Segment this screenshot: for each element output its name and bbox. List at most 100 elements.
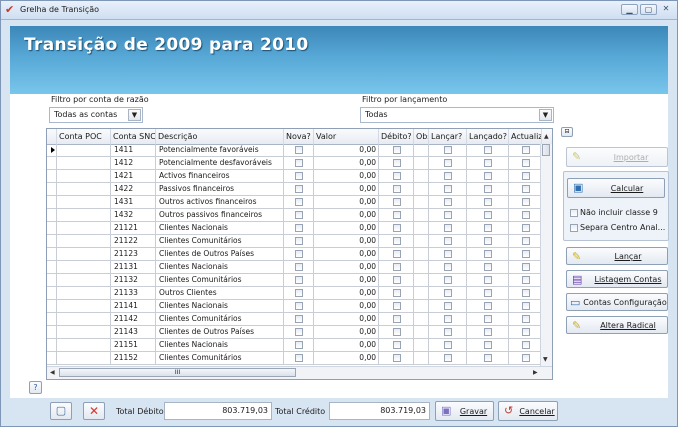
- conta-poc-cell[interactable]: [57, 157, 111, 170]
- valor-cell[interactable]: 0,00: [314, 261, 379, 274]
- lancar-cell[interactable]: [429, 313, 467, 326]
- header-actualiz[interactable]: Actualiz: [509, 129, 542, 144]
- vertical-scrollbar[interactable]: ▼: [540, 144, 552, 366]
- row-checkbox[interactable]: [295, 237, 303, 245]
- table-row[interactable]: 21143 Clientes de Outros Países 0,00: [47, 326, 542, 339]
- debito-cell[interactable]: [379, 339, 414, 352]
- lancar-cell[interactable]: [429, 144, 467, 157]
- actualiz-cell[interactable]: [509, 222, 542, 235]
- conta-snc-cell[interactable]: 21143: [111, 326, 156, 339]
- valor-cell[interactable]: 0,00: [314, 222, 379, 235]
- lancado-cell[interactable]: [467, 326, 509, 339]
- descricao-cell[interactable]: Clientes Nacionais: [156, 222, 284, 235]
- conta-snc-cell[interactable]: 1422: [111, 183, 156, 196]
- debito-cell[interactable]: [379, 235, 414, 248]
- importar-button[interactable]: ✎ Importar: [566, 147, 668, 167]
- valor-cell[interactable]: 0,00: [314, 313, 379, 326]
- actualiz-cell[interactable]: [509, 300, 542, 313]
- row-checkbox[interactable]: [522, 250, 530, 258]
- header-conta-poc[interactable]: Conta POC: [57, 129, 111, 144]
- lancar-cell[interactable]: [429, 183, 467, 196]
- row-checkbox[interactable]: [444, 198, 452, 206]
- lancado-cell[interactable]: [467, 300, 509, 313]
- descricao-cell[interactable]: Clientes Comunitários: [156, 274, 284, 287]
- row-checkbox[interactable]: [522, 185, 530, 193]
- actualiz-cell[interactable]: [509, 248, 542, 261]
- conta-snc-cell[interactable]: 21133: [111, 287, 156, 300]
- lancado-cell[interactable]: [467, 274, 509, 287]
- header-descricao[interactable]: Descrição: [156, 129, 284, 144]
- row-checkbox[interactable]: [295, 276, 303, 284]
- horizontal-scrollbar[interactable]: ◀ III ▶: [47, 366, 552, 379]
- row-checkbox[interactable]: [522, 302, 530, 310]
- row-checkbox[interactable]: [295, 263, 303, 271]
- row-checkbox[interactable]: [444, 172, 452, 180]
- conta-poc-cell[interactable]: [57, 248, 111, 261]
- valor-cell[interactable]: 0,00: [314, 300, 379, 313]
- lancado-cell[interactable]: [467, 313, 509, 326]
- row-checkbox[interactable]: [522, 172, 530, 180]
- table-row[interactable]: 21142 Clientes Comunitários 0,00: [47, 313, 542, 326]
- row-checkbox[interactable]: [393, 185, 401, 193]
- actualiz-cell[interactable]: [509, 326, 542, 339]
- descricao-cell[interactable]: Clientes Nacionais: [156, 261, 284, 274]
- posting-filter-select[interactable]: Todas ▼: [360, 107, 554, 123]
- row-checkbox[interactable]: [444, 237, 452, 245]
- actualiz-cell[interactable]: [509, 339, 542, 352]
- row-checkbox[interactable]: [295, 341, 303, 349]
- row-checkbox[interactable]: [295, 185, 303, 193]
- nova-cell[interactable]: [284, 222, 314, 235]
- lancado-cell[interactable]: [467, 235, 509, 248]
- row-checkbox[interactable]: [484, 354, 492, 362]
- debito-cell[interactable]: [379, 170, 414, 183]
- descricao-cell[interactable]: Clientes de Outros Países: [156, 248, 284, 261]
- actualiz-cell[interactable]: [509, 287, 542, 300]
- row-checkbox[interactable]: [522, 276, 530, 284]
- actualiz-cell[interactable]: [509, 209, 542, 222]
- debito-cell[interactable]: [379, 248, 414, 261]
- lancar-cell[interactable]: [429, 170, 467, 183]
- conta-snc-cell[interactable]: 21131: [111, 261, 156, 274]
- conta-snc-cell[interactable]: 21141: [111, 300, 156, 313]
- descricao-cell[interactable]: Outros activos financeiros: [156, 196, 284, 209]
- row-checkbox[interactable]: [393, 159, 401, 167]
- debito-cell[interactable]: [379, 261, 414, 274]
- grid-options-button[interactable]: ⊟: [561, 127, 573, 137]
- conta-poc-cell[interactable]: [57, 352, 111, 365]
- centro-checkbox[interactable]: [570, 223, 578, 232]
- row-checkbox[interactable]: [295, 315, 303, 323]
- nova-cell[interactable]: [284, 144, 314, 157]
- row-checkbox[interactable]: [522, 341, 530, 349]
- valor-cell[interactable]: 0,00: [314, 287, 379, 300]
- table-row[interactable]: 21123 Clientes de Outros Países 0,00: [47, 248, 542, 261]
- nova-cell[interactable]: [284, 183, 314, 196]
- table-row[interactable]: 1421 Activos financeiros 0,00: [47, 170, 542, 183]
- account-filter-select[interactable]: Todas as contas ▼: [49, 107, 143, 123]
- lancar-cell[interactable]: [429, 196, 467, 209]
- row-checkbox[interactable]: [522, 289, 530, 297]
- lancar-cell[interactable]: [429, 261, 467, 274]
- row-checkbox[interactable]: [484, 276, 492, 284]
- conta-snc-cell[interactable]: 21151: [111, 339, 156, 352]
- debito-cell[interactable]: [379, 274, 414, 287]
- debito-cell[interactable]: [379, 313, 414, 326]
- lancar-cell[interactable]: [429, 209, 467, 222]
- cancelar-button[interactable]: ↺ Cancelar: [498, 401, 558, 421]
- nova-cell[interactable]: [284, 300, 314, 313]
- row-checkbox[interactable]: [444, 159, 452, 167]
- table-row[interactable]: 21151 Clientes Nacionais 0,00: [47, 339, 542, 352]
- row-checkbox[interactable]: [484, 146, 492, 154]
- conta-poc-cell[interactable]: [57, 144, 111, 157]
- contas-configuracao-button[interactable]: ▭ Contas Configuração: [566, 293, 668, 311]
- row-checkbox[interactable]: [522, 315, 530, 323]
- row-checkbox[interactable]: [295, 172, 303, 180]
- row-checkbox[interactable]: [484, 224, 492, 232]
- row-checkbox[interactable]: [295, 211, 303, 219]
- actualiz-cell[interactable]: [509, 261, 542, 274]
- row-checkbox[interactable]: [295, 250, 303, 258]
- lancado-cell[interactable]: [467, 209, 509, 222]
- lancado-cell[interactable]: [467, 287, 509, 300]
- nova-cell[interactable]: [284, 248, 314, 261]
- valor-cell[interactable]: 0,00: [314, 157, 379, 170]
- descricao-cell[interactable]: Potencialmente desfavoráveis: [156, 157, 284, 170]
